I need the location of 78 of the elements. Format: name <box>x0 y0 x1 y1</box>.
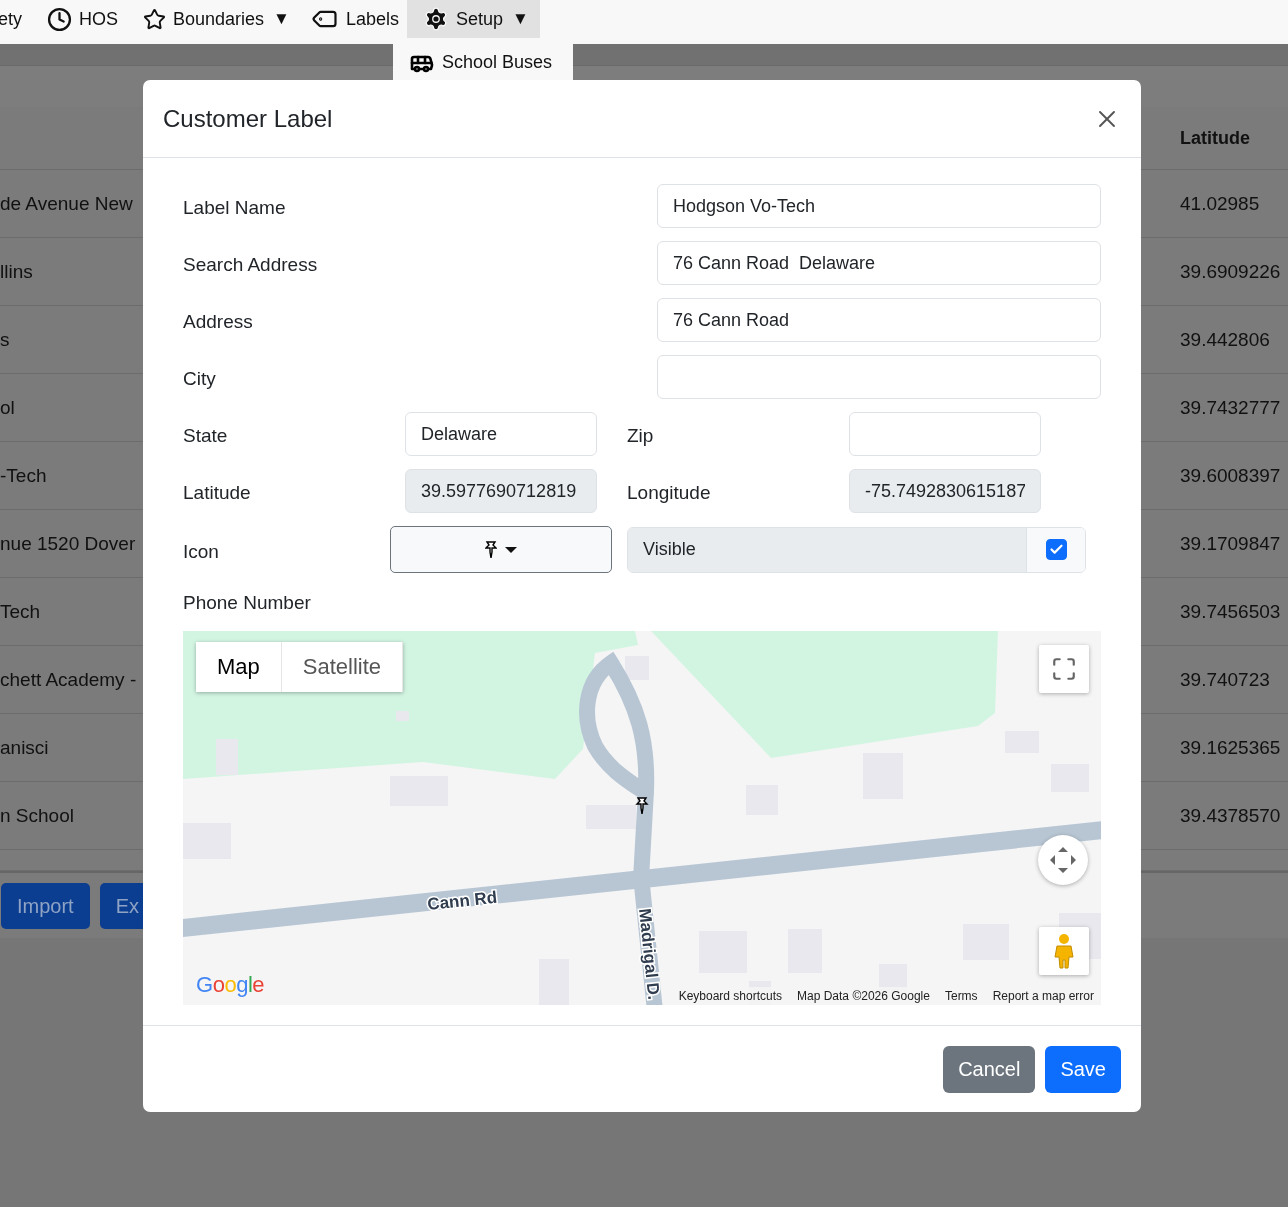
table-cell-text: 41.02985 <box>1180 192 1261 215</box>
table-cell-text: llins <box>0 260 34 283</box>
checkbox-label: Visible <box>628 527 1027 572</box>
table-cell-text: nue 1520 Dover <box>0 532 137 555</box>
text-field[interactable]: Hodgson Vo-Tech <box>657 184 1101 228</box>
text-field[interactable] <box>849 412 1041 456</box>
table-cell-text: 39.1709847 <box>1180 532 1282 555</box>
icon-select[interactable] <box>390 526 612 573</box>
table-cell-text: de Avenue New <box>0 192 134 215</box>
table-cell-text: chett Academy - <box>0 668 138 691</box>
table-cell-text: n School <box>0 804 75 827</box>
road-label: Cann Rd <box>426 887 498 914</box>
cancel-button[interactable]: Cancel <box>943 1046 1036 1093</box>
gear-icon <box>423 6 449 32</box>
table-cell-text: s <box>0 328 11 351</box>
table-cell-text: 39.7456503 <box>1180 600 1282 623</box>
caret-icon <box>505 546 517 553</box>
check-icon <box>1048 542 1064 557</box>
nav-label: Labels <box>345 8 399 30</box>
table-cell-text: anisci <box>0 736 50 759</box>
map-logo: Google <box>196 972 264 998</box>
table-cell-text: ol <box>0 396 16 419</box>
nav-item[interactable]: Setup ▼ <box>407 0 540 38</box>
pegman-button[interactable] <box>1039 927 1089 975</box>
map-attribution-link[interactable]: Terms <box>944 989 978 1003</box>
map-type-tab[interactable]: Satellite <box>281 642 404 692</box>
nav-label: Setup <box>456 8 504 30</box>
text-field[interactable]: -75.7492830615187 <box>849 469 1041 513</box>
fullscreen-icon <box>1051 656 1077 682</box>
table-cell-text: 39.6909226 <box>1180 260 1282 283</box>
column-header: Latitude <box>1180 127 1251 149</box>
map-attribution-link[interactable]: Keyboard shortcuts <box>678 989 782 1003</box>
nav-label: Boundaries <box>173 8 265 30</box>
table-cell-text: 39.4378570 <box>1180 804 1282 827</box>
star-icon <box>143 7 167 31</box>
table-cell-text: 39.1625365 <box>1180 736 1282 759</box>
road-label: Madrigal D. <box>635 907 664 1001</box>
checkbox[interactable] <box>1045 539 1067 560</box>
text-field[interactable]: Delaware <box>405 412 597 456</box>
caret-icon: ▼ <box>512 9 529 29</box>
nav-item[interactable]: Labels <box>314 0 399 38</box>
nav-label: HOS <box>79 8 119 30</box>
text-field[interactable]: 39.5977690712819 <box>405 469 597 513</box>
clock-icon <box>47 6 72 32</box>
table-cell-text: Tech <box>0 600 42 623</box>
table-cell-text: 39.442806 <box>1180 328 1271 351</box>
text-field[interactable] <box>657 355 1101 399</box>
fullscreen-button[interactable] <box>1039 645 1089 693</box>
table-cell-text: -Tech <box>0 464 48 487</box>
text-field[interactable]: 76 Cann Road <box>657 298 1101 342</box>
table-cell-text: 39.740723 <box>1180 668 1271 691</box>
nav-item[interactable]: Boundaries ▼ <box>143 0 290 38</box>
pushpin-icon[interactable] <box>635 797 649 815</box>
field-label: Search Address <box>183 253 319 276</box>
pegman-icon <box>1053 933 1075 969</box>
dropdown-label: School Buses <box>442 52 553 73</box>
table-cell-text: 39.6008397 <box>1180 464 1282 487</box>
nav-item[interactable]: HOS <box>47 0 119 38</box>
table-cell-text: 39.7432777 <box>1180 396 1282 419</box>
dialog-title: Customer Label <box>163 104 333 133</box>
pushpin-icon <box>485 540 497 559</box>
table-action-button[interactable]: Import <box>1 883 90 929</box>
field-label: Latitude <box>183 481 252 504</box>
field-label: State <box>183 424 229 447</box>
map-type-tab[interactable]: Map <box>196 642 282 692</box>
text-field[interactable]: 76 Cann Road Delaware <box>657 241 1101 285</box>
map-attribution-link[interactable]: Map Data ©2026 Google <box>797 989 930 1003</box>
map-attribution-link[interactable]: Report a map error <box>992 989 1094 1003</box>
field-label: Longitude <box>627 481 712 504</box>
field-label: Icon <box>183 539 220 563</box>
field-label: Phone Number <box>183 591 312 614</box>
dropdown-item[interactable]: School Buses <box>393 44 573 82</box>
field-label: City <box>183 367 217 390</box>
field-label: Zip <box>627 424 655 447</box>
field-label: Address <box>183 310 254 333</box>
field-label: Label Name <box>183 196 287 219</box>
caret-icon: ▼ <box>273 9 290 29</box>
save-button[interactable]: Save <box>1045 1046 1121 1093</box>
